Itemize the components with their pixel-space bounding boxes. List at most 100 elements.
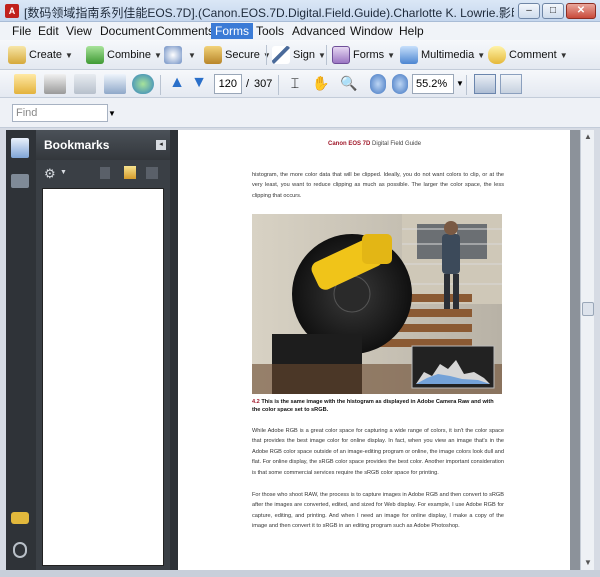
comment-button[interactable]: Comment ▼ xyxy=(488,45,568,65)
page-separator: / xyxy=(246,78,250,90)
scroll-up-arrow-icon[interactable]: ▲ xyxy=(583,132,593,142)
pane-splitter[interactable] xyxy=(170,130,178,570)
comments-icon[interactable] xyxy=(11,512,29,524)
page-total: 307 xyxy=(254,78,273,90)
menu-window[interactable]: Window xyxy=(346,23,397,39)
chevron-down-icon: ▼ xyxy=(387,51,396,60)
photo-figure xyxy=(252,214,502,394)
zoom-dropdown-chevron-icon[interactable]: ▼ xyxy=(456,79,464,88)
close-button[interactable]: ✕ xyxy=(566,3,596,19)
previous-page-icon[interactable]: ▲ xyxy=(166,74,188,94)
chevron-down-icon: ▼ xyxy=(477,51,486,60)
toolbar-separator xyxy=(326,45,327,65)
menu-comments[interactable]: Comments xyxy=(152,23,218,39)
pen-icon xyxy=(272,46,290,65)
page-number-input[interactable]: 120 xyxy=(214,74,242,94)
menu-help[interactable]: Help xyxy=(395,23,428,39)
document-page[interactable]: Canon EOS 7D Digital Field Guide histogr… xyxy=(178,130,580,570)
bookmarks-panel: Bookmarks ◂ ⚙ ▼ xyxy=(36,130,170,570)
menu-edit[interactable]: Edit xyxy=(34,23,63,39)
sign-button[interactable]: Sign ▼ xyxy=(272,45,326,65)
bookmarks-title: Bookmarks xyxy=(36,130,170,160)
multimedia-icon xyxy=(400,46,418,65)
collaborate-icon xyxy=(164,46,182,65)
running-head: Canon EOS 7D Digital Field Guide xyxy=(328,141,421,147)
menu-advanced[interactable]: Advanced xyxy=(288,23,349,39)
toolbar-separator xyxy=(278,75,279,95)
bookmarks-tab-icon[interactable] xyxy=(11,138,29,158)
new-bookmark-icon[interactable] xyxy=(124,166,136,179)
chevron-down-icon: ▼ xyxy=(188,51,196,60)
chevron-down-icon: ▼ xyxy=(154,51,162,60)
print-icon[interactable] xyxy=(44,74,66,94)
navigation-pane-strip xyxy=(6,130,36,570)
running-head-title: Canon EOS 7D xyxy=(328,141,371,147)
find-dropdown-chevron-icon[interactable]: ▼ xyxy=(108,109,116,118)
zoom-level-field[interactable]: 55.2% xyxy=(412,74,454,94)
zoom-out-icon[interactable] xyxy=(370,74,386,94)
next-page-icon[interactable]: ▼ xyxy=(188,74,210,94)
toolbar-separator xyxy=(266,45,267,65)
attachments-paperclip-icon[interactable] xyxy=(13,542,27,558)
zoom-in-icon[interactable] xyxy=(392,74,408,94)
menu-tools[interactable]: Tools xyxy=(252,23,288,39)
chevron-down-icon[interactable]: ▼ xyxy=(60,169,67,176)
menu-document[interactable]: Document xyxy=(96,23,159,39)
minimize-button[interactable]: – xyxy=(518,3,540,19)
hand-tool-icon[interactable]: ✋ xyxy=(310,74,332,94)
vertical-scrollbar[interactable]: ▲ ▼ xyxy=(580,130,594,570)
maximize-button[interactable]: □ xyxy=(542,3,564,19)
paragraph: histogram, the more color data that will… xyxy=(252,172,504,199)
comment-label: Comment xyxy=(509,49,557,61)
multimedia-button[interactable]: Multimedia ▼ xyxy=(400,45,485,65)
forms-button[interactable]: Forms ▼ xyxy=(332,45,395,65)
scrollbar-thumb[interactable] xyxy=(582,302,594,316)
delete-bookmark-icon[interactable] xyxy=(100,167,110,179)
task-toolbar: Create▼ Combine▼ ▼ Secure▼ Sign▼ Forms▼ … xyxy=(0,40,600,70)
collaborate-button[interactable]: ▼ xyxy=(164,45,196,65)
full-screen-icon[interactable] xyxy=(500,74,522,94)
scroll-down-arrow-icon[interactable]: ▼ xyxy=(583,558,593,568)
page-thumbnails-icon[interactable] xyxy=(11,174,29,188)
collapse-panel-icon[interactable]: ◂ xyxy=(156,140,166,150)
page-shadow xyxy=(570,130,580,570)
menu-view[interactable]: View xyxy=(62,23,96,39)
caption-text: This is the same image with the histogra… xyxy=(252,399,494,413)
bookmarks-toolbar: ⚙ ▼ xyxy=(36,160,170,188)
create-pdf-icon xyxy=(8,46,26,65)
open-folder-icon[interactable] xyxy=(14,74,36,94)
status-strip xyxy=(0,570,600,577)
find-input[interactable]: Find xyxy=(12,104,108,122)
menu-file[interactable]: File xyxy=(8,23,35,39)
combine-label: Combine xyxy=(107,49,152,61)
paragraph: For those who shoot RAW, the process is … xyxy=(252,492,504,530)
toolbar-separator xyxy=(160,75,161,95)
sign-label: Sign xyxy=(293,49,316,61)
title-bar: A [数码领域指南系列佳能EOS.7D].(Canon.EOS.7D.Digit… xyxy=(0,0,600,22)
menu-forms[interactable]: Forms xyxy=(211,23,253,39)
window-title: [数码领域指南系列佳能EOS.7D].(Canon.EOS.7D.Digital… xyxy=(24,6,514,20)
email-icon[interactable] xyxy=(104,74,126,94)
acrobat-app-icon: A xyxy=(5,4,19,18)
miter-saw-photo xyxy=(252,214,502,394)
comment-bubble-icon xyxy=(488,46,506,65)
save-icon[interactable] xyxy=(74,74,96,94)
zoom-tool-icon[interactable]: 🔍 xyxy=(338,74,360,94)
chevron-down-icon: ▼ xyxy=(65,51,73,60)
lock-icon xyxy=(204,46,222,65)
select-cursor-icon[interactable]: ⌶ xyxy=(284,74,306,94)
create-button[interactable]: Create ▼ xyxy=(8,45,73,65)
combine-button[interactable]: Combine ▼ xyxy=(86,45,162,65)
combine-files-icon xyxy=(86,46,104,65)
secure-button[interactable]: Secure▼ xyxy=(204,45,271,65)
multimedia-label: Multimedia xyxy=(421,49,475,61)
create-label: Create xyxy=(29,49,63,61)
figure-caption: 4.2 This is the same image with the hist… xyxy=(252,398,502,414)
toolbar-separator xyxy=(466,75,467,95)
gear-icon[interactable]: ⚙ xyxy=(44,166,56,182)
expand-bookmark-icon[interactable] xyxy=(146,167,158,179)
fit-page-icon[interactable] xyxy=(474,74,496,94)
globe-icon[interactable] xyxy=(132,74,154,94)
bookmarks-list[interactable] xyxy=(42,188,164,566)
chevron-down-icon: ▼ xyxy=(559,51,568,60)
